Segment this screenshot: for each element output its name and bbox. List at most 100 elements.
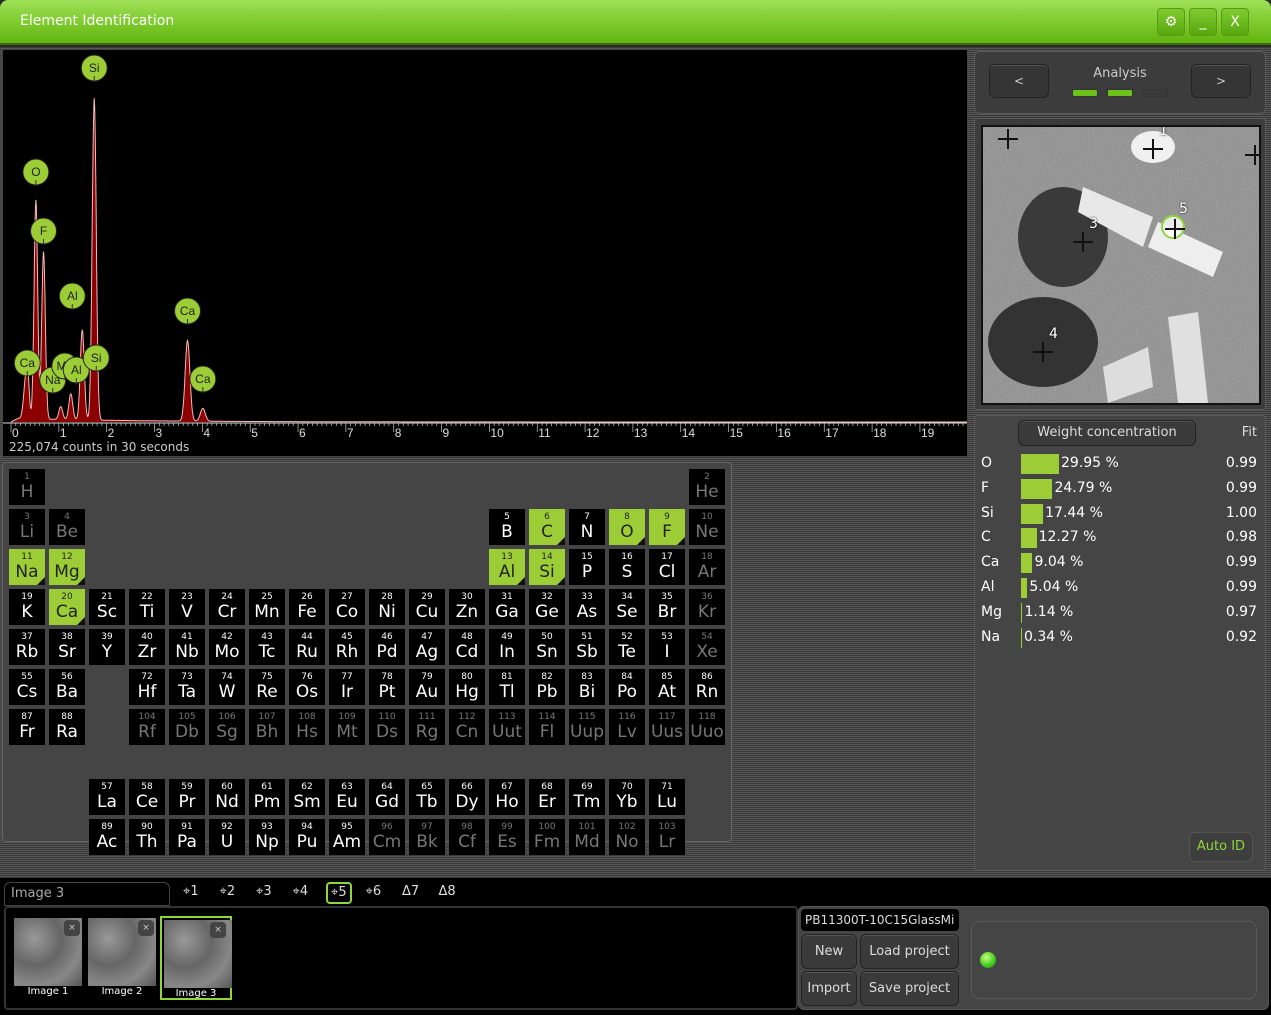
element-am[interactable]: 95 Am [329, 819, 365, 855]
element-sg[interactable]: 106 Sg [209, 709, 245, 745]
element-cf[interactable]: 98 Cf [449, 819, 485, 855]
element-rh[interactable]: 45 Rh [329, 629, 365, 665]
element-ho[interactable]: 67 Ho [489, 779, 525, 815]
element-np[interactable]: 93 Np [249, 819, 285, 855]
element-po[interactable]: 84 Po [609, 669, 645, 705]
element-lu[interactable]: 71 Lu [649, 779, 685, 815]
element-ds[interactable]: 110 Ds [369, 709, 405, 745]
element-uus[interactable]: 117 Uus [649, 709, 685, 745]
element-no[interactable]: 102 No [609, 819, 645, 855]
element-hg[interactable]: 80 Hg [449, 669, 485, 705]
element-er[interactable]: 68 Er [529, 779, 565, 815]
element-tm[interactable]: 69 Tm [569, 779, 605, 815]
project-name-field[interactable]: PB11300T-10C15GlassMi [801, 909, 959, 931]
element-nd[interactable]: 60 Nd [209, 779, 245, 815]
element-lv[interactable]: 116 Lv [609, 709, 645, 745]
element-mn[interactable]: 25 Mn [249, 589, 285, 625]
element-rg[interactable]: 111 Rg [409, 709, 445, 745]
element-eu[interactable]: 63 Eu [329, 779, 365, 815]
element-sn[interactable]: 50 Sn [529, 629, 565, 665]
element-gd[interactable]: 64 Gd [369, 779, 405, 815]
element-n[interactable]: 7N [569, 509, 605, 545]
element-mt[interactable]: 109 Mt [329, 709, 365, 745]
marker-tool-3[interactable]: ⌖3 [253, 882, 275, 904]
element-tl[interactable]: 81 Tl [489, 669, 525, 705]
next-button[interactable]: > [1191, 64, 1251, 98]
element-es[interactable]: 99 Es [489, 819, 525, 855]
element-ag[interactable]: 47 Ag [409, 629, 445, 665]
marker-tool-1[interactable]: ⌖1 [180, 882, 202, 904]
analysis-point-2[interactable]: 2 [996, 127, 1023, 151]
element-mo[interactable]: 42 Mo [209, 629, 245, 665]
import-button[interactable]: Import [801, 971, 857, 1006]
save-project-button[interactable]: Save project [860, 971, 959, 1006]
marker-tool-4[interactable]: ⌖4 [290, 882, 312, 904]
element-fm[interactable]: 100 Fm [529, 819, 565, 855]
element-dy[interactable]: 66 Dy [449, 779, 485, 815]
element-s[interactable]: 16 S [609, 549, 645, 585]
marker-tool-7[interactable]: Δ7 [399, 882, 422, 904]
element-pa[interactable]: 91 Pa [169, 819, 205, 855]
element-w[interactable]: 74 W [209, 669, 245, 705]
analysis-point-5[interactable]: 5 [1161, 201, 1188, 239]
element-hs[interactable]: 108 Hs [289, 709, 325, 745]
settings-button[interactable]: ⚙ [1157, 8, 1185, 36]
marker-tool-2[interactable]: ⌖2 [217, 882, 239, 904]
element-be[interactable]: 4 Be [49, 509, 85, 545]
element-co[interactable]: 27 Co [329, 589, 365, 625]
element-fl[interactable]: 114 Fl [529, 709, 565, 745]
element-uuo[interactable]: 118 Uuo [689, 709, 725, 745]
element-cr[interactable]: 24 Cr [209, 589, 245, 625]
element-h[interactable]: 1H [9, 469, 45, 505]
analysis-point-4[interactable]: 4 [1031, 326, 1058, 364]
element-si[interactable]: 14 Si [529, 549, 565, 585]
thumbnail-1[interactable]: × Image 1 [12, 916, 84, 1000]
element-ar[interactable]: 18 Ar [689, 549, 725, 585]
element-sb[interactable]: 51 Sb [569, 629, 605, 665]
element-tc[interactable]: 43 Tc [249, 629, 285, 665]
image-name-field[interactable]: Image 3 [4, 882, 170, 906]
element-in[interactable]: 49 In [489, 629, 525, 665]
auto-id-button[interactable]: Auto ID [1189, 832, 1253, 862]
element-u[interactable]: 92 U [209, 819, 245, 855]
element-re[interactable]: 75 Re [249, 669, 285, 705]
element-md[interactable]: 101 Md [569, 819, 605, 855]
element-p[interactable]: 15 P [569, 549, 605, 585]
element-os[interactable]: 76 Os [289, 669, 325, 705]
element-hf[interactable]: 72 Hf [129, 669, 165, 705]
analysis-point-6[interactable]: 6 [1243, 143, 1259, 167]
sem-image[interactable]: 1 2 3 4 5 6 [981, 125, 1261, 405]
element-db[interactable]: 105 Db [169, 709, 205, 745]
element-bh[interactable]: 107 Bh [249, 709, 285, 745]
element-li[interactable]: 3 Li [9, 509, 45, 545]
element-o[interactable]: 8O [609, 509, 645, 545]
analysis-point-1[interactable]: 1 [1141, 127, 1168, 161]
element-rb[interactable]: 37 Rb [9, 629, 45, 665]
element-pm[interactable]: 61 Pm [249, 779, 285, 815]
element-ta[interactable]: 73 Ta [169, 669, 205, 705]
marker-tool-6[interactable]: ⌖6 [363, 882, 385, 904]
element-se[interactable]: 34 Se [609, 589, 645, 625]
element-rf[interactable]: 104 Rf [129, 709, 165, 745]
element-sm[interactable]: 62 Sm [289, 779, 325, 815]
element-sc[interactable]: 21 Sc [89, 589, 125, 625]
element-sr[interactable]: 38 Sr [49, 629, 85, 665]
element-ne[interactable]: 10 Ne [689, 509, 725, 545]
element-te[interactable]: 52 Te [609, 629, 645, 665]
element-fe[interactable]: 26 Fe [289, 589, 325, 625]
close-icon[interactable]: × [210, 922, 226, 938]
element-bk[interactable]: 97 Bk [409, 819, 445, 855]
element-as[interactable]: 33 As [569, 589, 605, 625]
element-bi[interactable]: 83 Bi [569, 669, 605, 705]
element-ti[interactable]: 22 Ti [129, 589, 165, 625]
element-fr[interactable]: 87 Fr [9, 709, 45, 745]
element-xe[interactable]: 54 Xe [689, 629, 725, 665]
close-button[interactable]: X [1221, 8, 1249, 36]
new-button[interactable]: New [801, 934, 857, 969]
element-lr[interactable]: 103 Lr [649, 819, 685, 855]
element-c[interactable]: 6C [529, 509, 565, 545]
element-ni[interactable]: 28 Ni [369, 589, 405, 625]
element-ce[interactable]: 58 Ce [129, 779, 165, 815]
marker-tool-8[interactable]: Δ8 [436, 882, 459, 904]
weight-concentration-header[interactable]: Weight concentration [1018, 420, 1196, 446]
